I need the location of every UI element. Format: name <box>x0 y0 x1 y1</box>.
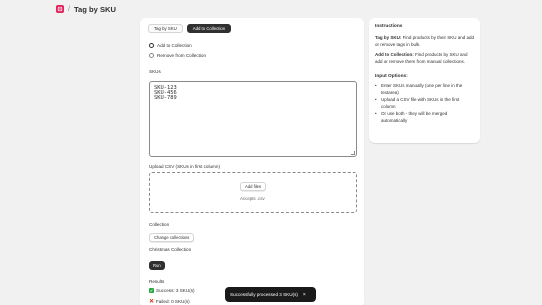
list-item: Upload a CSV file with SKUs in the first… <box>375 97 474 110</box>
add-files-button[interactable]: Add files <box>240 182 267 191</box>
upload-label: Upload CSV (SKUs in first column) <box>149 164 220 169</box>
radio-button-selected[interactable] <box>149 43 154 48</box>
input-options-list: Enter SKUs manually (one per line in the… <box>375 83 474 125</box>
radio-label: Remove from Collection <box>157 53 207 58</box>
success-toast: Successfully processed 3 SKU(s) × <box>225 287 316 302</box>
sku-line: SKU-789 <box>154 95 177 102</box>
input-options-title: Input Options: <box>375 74 408 79</box>
checkmark-icon: ✓ <box>149 288 154 293</box>
change-collections-button[interactable]: Change collections <box>149 233 195 242</box>
results-label: Results <box>149 279 165 284</box>
instruction-add-to-collection: Add to Collection: Find products by SKU … <box>375 52 474 65</box>
skus-textarea[interactable]: SKU-123 SKU-456 SKU-789 <box>149 81 357 157</box>
failed-text: Failed: 0 SKU(s) <box>156 299 190 304</box>
list-item: Or use both - they will be merged automa… <box>375 111 474 124</box>
app-icon[interactable] <box>56 5 64 13</box>
page-header: / Tag by SKU <box>56 3 116 15</box>
main-card <box>140 18 364 305</box>
csv-dropzone[interactable]: Add files Accepts .csv <box>149 172 357 213</box>
bold-label: Tag by SKU: <box>375 35 402 40</box>
close-icon[interactable]: × <box>303 292 306 298</box>
resize-handle[interactable] <box>351 151 355 155</box>
bold-label: Add to Collection: <box>375 52 414 57</box>
page-title: Tag by SKU <box>73 4 117 14</box>
skus-label: SKUs <box>149 69 161 74</box>
breadcrumb-separator: / <box>68 5 70 13</box>
tab-tag-by-sku[interactable]: Tag by SKU <box>148 24 183 33</box>
radio-button[interactable] <box>149 53 154 58</box>
tab-add-to-collection[interactable]: Add to Collection <box>186 24 232 33</box>
radio-remove-from-collection[interactable]: Remove from Collection <box>149 53 206 58</box>
success-text: Success: 3 SKU(s) <box>156 288 195 293</box>
radio-label: Add to Collection <box>157 43 192 48</box>
accepts-text: Accepts .csv <box>240 196 265 201</box>
success-result: ✓ Success: 3 SKU(s) <box>149 288 195 293</box>
collection-label: Collection <box>149 222 170 227</box>
tab-bar: Tag by SKU Add to Collection <box>148 24 232 33</box>
cross-icon: ✕ <box>148 299 155 305</box>
selected-collection-name: Christmas Collection <box>149 247 192 252</box>
instructions-card: Instructions Tag by SKU: Find products b… <box>369 18 480 143</box>
instructions-title: Instructions <box>375 24 403 29</box>
instruction-tag-by-sku: Tag by SKU: Find products by their SKU a… <box>375 35 474 48</box>
failed-result: ✕ Failed: 0 SKU(s) <box>148 299 190 305</box>
list-item: Enter SKUs manually (one per line in the… <box>375 83 474 96</box>
radio-add-to-collection[interactable]: Add to Collection <box>149 43 192 48</box>
run-button[interactable]: Run <box>149 261 165 270</box>
toast-message: Successfully processed 3 SKU(s) <box>230 292 298 297</box>
